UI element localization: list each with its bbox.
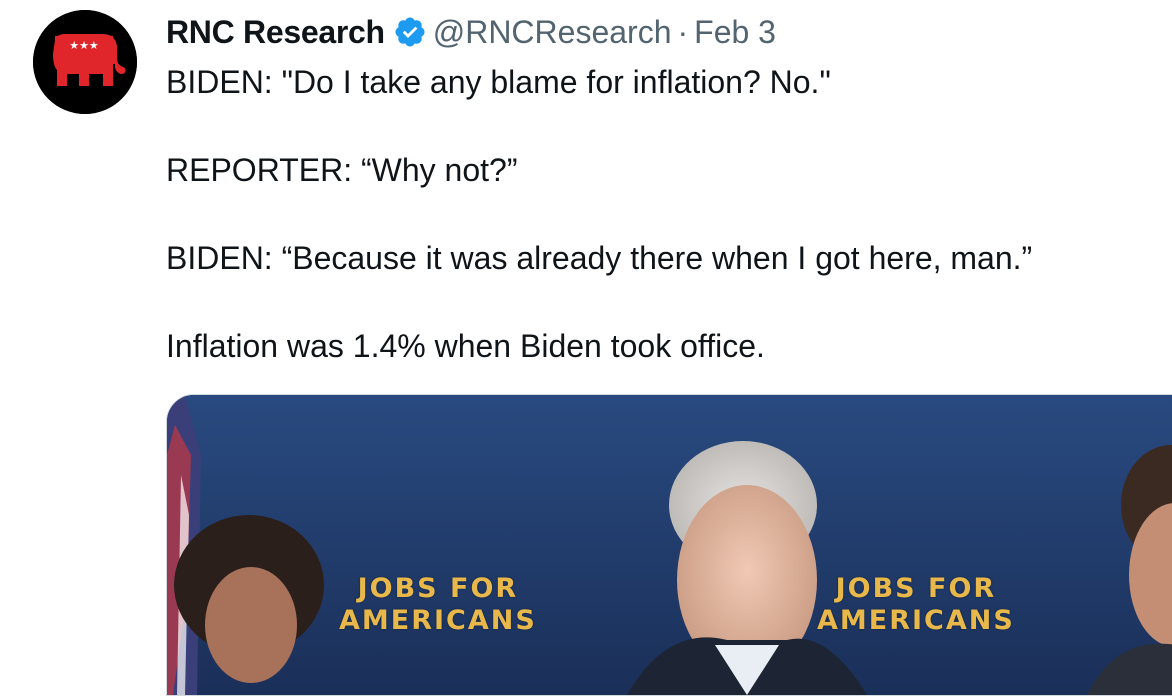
tweet-date[interactable]: Feb 3 <box>694 12 776 52</box>
verified-badge-icon <box>393 15 427 49</box>
banner-line: AMERICANS <box>817 605 1015 636</box>
banner-line: AMERICANS <box>339 605 537 636</box>
tweet-header: RNC Research @RNCResearch · Feb 3 <box>166 12 776 52</box>
svg-text:★★★: ★★★ <box>69 39 99 52</box>
rnc-elephant-logo: ★★★ <box>33 10 137 114</box>
separator: · <box>677 14 689 50</box>
video-frame <box>167 395 1172 695</box>
tweet-paragraph: BIDEN: “Because it was already there whe… <box>166 240 1033 276</box>
tweet-paragraph: Inflation was 1.4% when Biden took offic… <box>166 328 765 364</box>
tweet-paragraph: REPORTER: “Why not?” <box>166 152 518 188</box>
author-name[interactable]: RNC Research <box>166 12 385 52</box>
banner-jobs-for-americans: JOBS FOR AMERICANS <box>817 573 1015 637</box>
tweet-media-video[interactable]: JOBS FOR AMERICANS JOBS FOR AMERICANS <box>166 394 1172 696</box>
banner-jobs-for-americans: JOBS FOR AMERICANS <box>339 573 537 637</box>
tweet-paragraph: BIDEN: "Do I take any blame for inflatio… <box>166 64 831 100</box>
tweet-text: BIDEN: "Do I take any blame for inflatio… <box>166 60 1156 368</box>
author-handle[interactable]: @RNCResearch <box>433 12 672 52</box>
banner-line: JOBS FOR <box>357 573 519 604</box>
banner-line: JOBS FOR <box>835 573 997 604</box>
avatar[interactable]: ★★★ <box>33 10 137 114</box>
